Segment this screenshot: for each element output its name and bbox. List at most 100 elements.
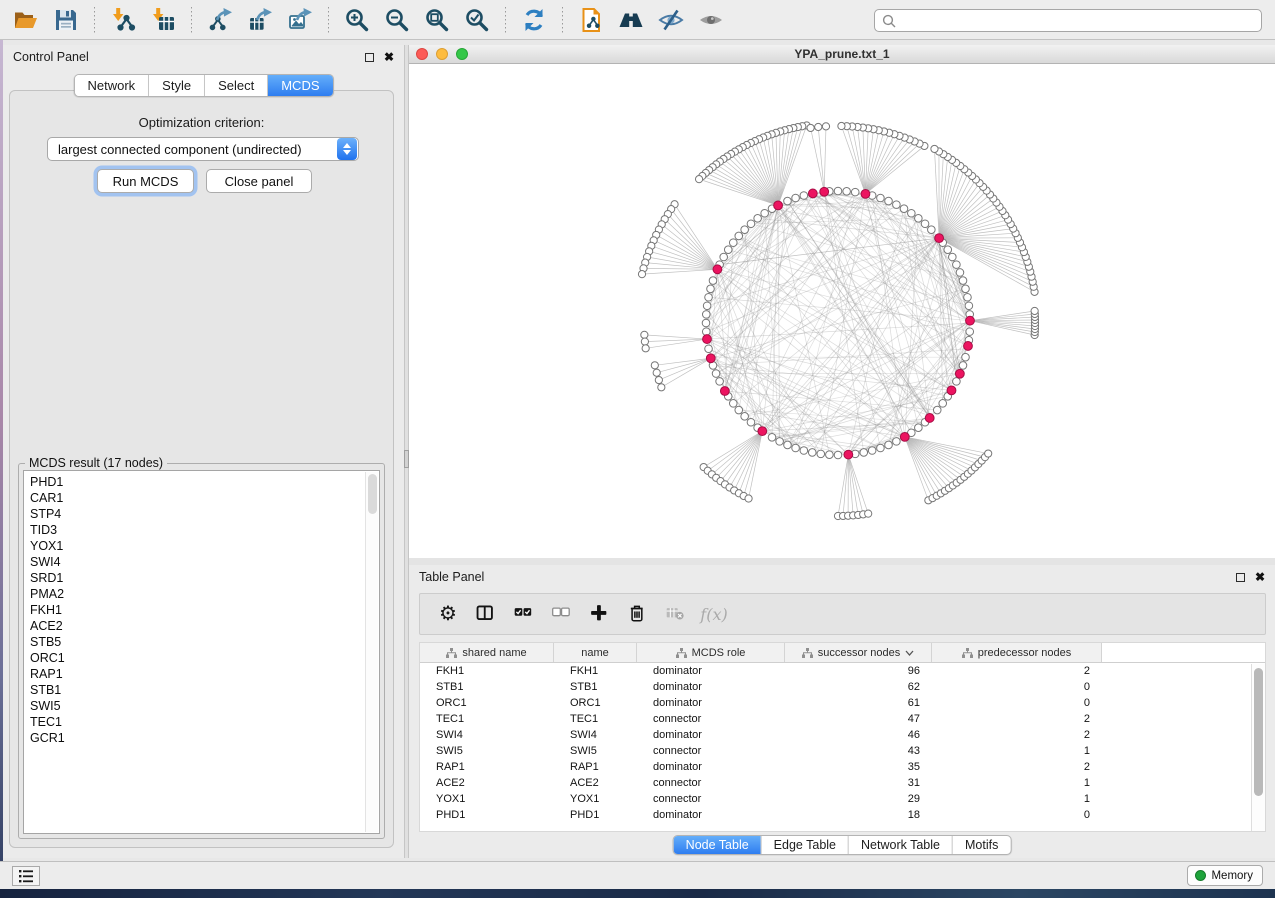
- table-row[interactable]: SWI5SWI5connector431: [420, 743, 1265, 759]
- export-image-button[interactable]: [283, 4, 317, 36]
- scrollbar-thumb[interactable]: [1254, 668, 1263, 796]
- table-body: FKH1FKH1dominator962STB1STB1dominator620…: [420, 663, 1265, 823]
- mcds-result-item[interactable]: GCR1: [30, 730, 379, 746]
- column-label: predecessor nodes: [978, 647, 1072, 659]
- import-network-button[interactable]: [106, 4, 140, 36]
- close-panel-icon[interactable]: ✖: [384, 51, 394, 63]
- mcds-result-item[interactable]: SWI4: [30, 554, 379, 570]
- mcds-result-item[interactable]: SRD1: [30, 570, 379, 586]
- column-header-successor-nodes[interactable]: successor nodes: [785, 643, 932, 662]
- toolbar-separator: [328, 7, 329, 33]
- export-network-icon: [207, 7, 233, 33]
- close-panel-button[interactable]: Close panel: [206, 169, 312, 193]
- column-header-predecessor-nodes[interactable]: predecessor nodes: [932, 643, 1102, 662]
- create-column-button[interactable]: [584, 598, 616, 630]
- tab-motifs[interactable]: Motifs: [953, 836, 1010, 854]
- main-toolbar: [0, 0, 1275, 40]
- network-view[interactable]: [409, 64, 1275, 558]
- column-header-shared-name[interactable]: shared name: [420, 643, 554, 662]
- optimization-criterion-select[interactable]: largest connected component (undirected): [47, 137, 359, 161]
- horizontal-splitter[interactable]: [409, 558, 1275, 565]
- mcds-result-item[interactable]: PMA2: [30, 586, 379, 602]
- tab-edge-table[interactable]: Edge Table: [762, 836, 849, 854]
- cell-MCDS-role: connector: [637, 777, 785, 789]
- mcds-result-item[interactable]: TEC1: [30, 714, 379, 730]
- network-graph-svg[interactable]: [409, 64, 1275, 558]
- toggle-panes-button[interactable]: [470, 598, 502, 630]
- table-row[interactable]: SWI4SWI4dominator462: [420, 727, 1265, 743]
- run-mcds-button[interactable]: Run MCDS: [97, 169, 194, 193]
- mcds-result-item[interactable]: FKH1: [30, 602, 379, 618]
- scrollbar-thumb[interactable]: [368, 474, 377, 514]
- tab-style[interactable]: Style: [149, 75, 205, 96]
- export-table-icon: [247, 7, 273, 33]
- open-session-button[interactable]: [9, 4, 43, 36]
- mcds-result-title: MCDS result (17 nodes): [25, 456, 167, 470]
- mcds-result-item[interactable]: TID3: [30, 522, 379, 538]
- export-network-button[interactable]: [203, 4, 237, 36]
- task-history-button[interactable]: [12, 866, 40, 886]
- mcds-result-item[interactable]: RAP1: [30, 666, 379, 682]
- apply-preferred-layout-button[interactable]: [517, 4, 551, 36]
- hide-selected-button[interactable]: [654, 4, 688, 36]
- tab-select[interactable]: Select: [205, 75, 268, 96]
- table-row[interactable]: STB1STB1dominator620: [420, 679, 1265, 695]
- cell-MCDS-role: connector: [637, 793, 785, 805]
- zoom-in-button[interactable]: [340, 4, 374, 36]
- table-toolbar: ⚙f(x): [419, 593, 1266, 635]
- float-panel-icon[interactable]: [365, 53, 374, 62]
- zoom-in-icon: [344, 7, 370, 33]
- mcds-result-item[interactable]: STP4: [30, 506, 379, 522]
- mcds-result-item[interactable]: ORC1: [30, 650, 379, 666]
- export-table-button[interactable]: [243, 4, 277, 36]
- mcds-result-item[interactable]: STB5: [30, 634, 379, 650]
- table-row[interactable]: ORC1ORC1dominator610: [420, 695, 1265, 711]
- tab-network[interactable]: Network: [74, 75, 149, 96]
- close-panel-icon[interactable]: ✖: [1255, 571, 1265, 583]
- mcds-result-item[interactable]: STB1: [30, 682, 379, 698]
- tab-node-table[interactable]: Node Table: [674, 836, 762, 854]
- column-header-MCDS-role[interactable]: MCDS role: [637, 643, 785, 662]
- table-row[interactable]: TEC1TEC1connector472: [420, 711, 1265, 727]
- cell-shared-name: FKH1: [420, 665, 554, 677]
- tab-mcds[interactable]: MCDS: [268, 75, 332, 96]
- table-scrollbar[interactable]: [1251, 664, 1265, 831]
- table-panel-titlebar: Table Panel ✖: [409, 565, 1275, 589]
- tab-network-table[interactable]: Network Table: [849, 836, 953, 854]
- select-all-icon: [513, 603, 535, 625]
- table-row[interactable]: FKH1FKH1dominator962: [420, 663, 1265, 679]
- mcds-result-list[interactable]: PHD1CAR1STP4TID3YOX1SWI4SRD1PMA2FKH1ACE2…: [23, 470, 380, 834]
- cell-MCDS-role: dominator: [637, 697, 785, 709]
- status-bar: Memory: [0, 861, 1275, 889]
- float-panel-icon[interactable]: [1236, 573, 1245, 582]
- cell-shared-name: SWI5: [420, 745, 554, 757]
- column-settings-button[interactable]: ⚙: [432, 598, 464, 630]
- mcds-result-item[interactable]: ACE2: [30, 618, 379, 634]
- table-row[interactable]: PHD1PHD1dominator180: [420, 807, 1265, 823]
- select-all-rows-button[interactable]: [508, 598, 540, 630]
- zoom-selected-button[interactable]: [460, 4, 494, 36]
- deselect-all-rows-button[interactable]: [546, 598, 578, 630]
- table-row[interactable]: RAP1RAP1dominator352: [420, 759, 1265, 775]
- search-input[interactable]: [900, 11, 1261, 30]
- search-box[interactable]: [874, 9, 1262, 32]
- delete-columns-button[interactable]: [622, 598, 654, 630]
- mcds-result-item[interactable]: PHD1: [30, 474, 379, 490]
- new-network-from-selection-button[interactable]: [574, 4, 608, 36]
- import-table-button[interactable]: [146, 4, 180, 36]
- mcds-result-item[interactable]: CAR1: [30, 490, 379, 506]
- save-session-button[interactable]: [49, 4, 83, 36]
- zoom-fit-button[interactable]: [420, 4, 454, 36]
- table-row[interactable]: ACE2ACE2connector311: [420, 775, 1265, 791]
- mcds-result-item[interactable]: YOX1: [30, 538, 379, 554]
- mcds-list-scrollbar[interactable]: [365, 472, 378, 832]
- first-neighbors-button[interactable]: [614, 4, 648, 36]
- cell-predecessor-nodes: 0: [932, 697, 1102, 709]
- zoom-out-button[interactable]: [380, 4, 414, 36]
- table-row[interactable]: YOX1YOX1connector291: [420, 791, 1265, 807]
- network-window-titlebar[interactable]: YPA_prune.txt_1: [409, 45, 1275, 64]
- column-header-name[interactable]: name: [554, 643, 637, 662]
- mcds-result-item[interactable]: SWI5: [30, 698, 379, 714]
- memory-button[interactable]: Memory: [1187, 865, 1263, 886]
- refresh-icon: [521, 7, 547, 33]
